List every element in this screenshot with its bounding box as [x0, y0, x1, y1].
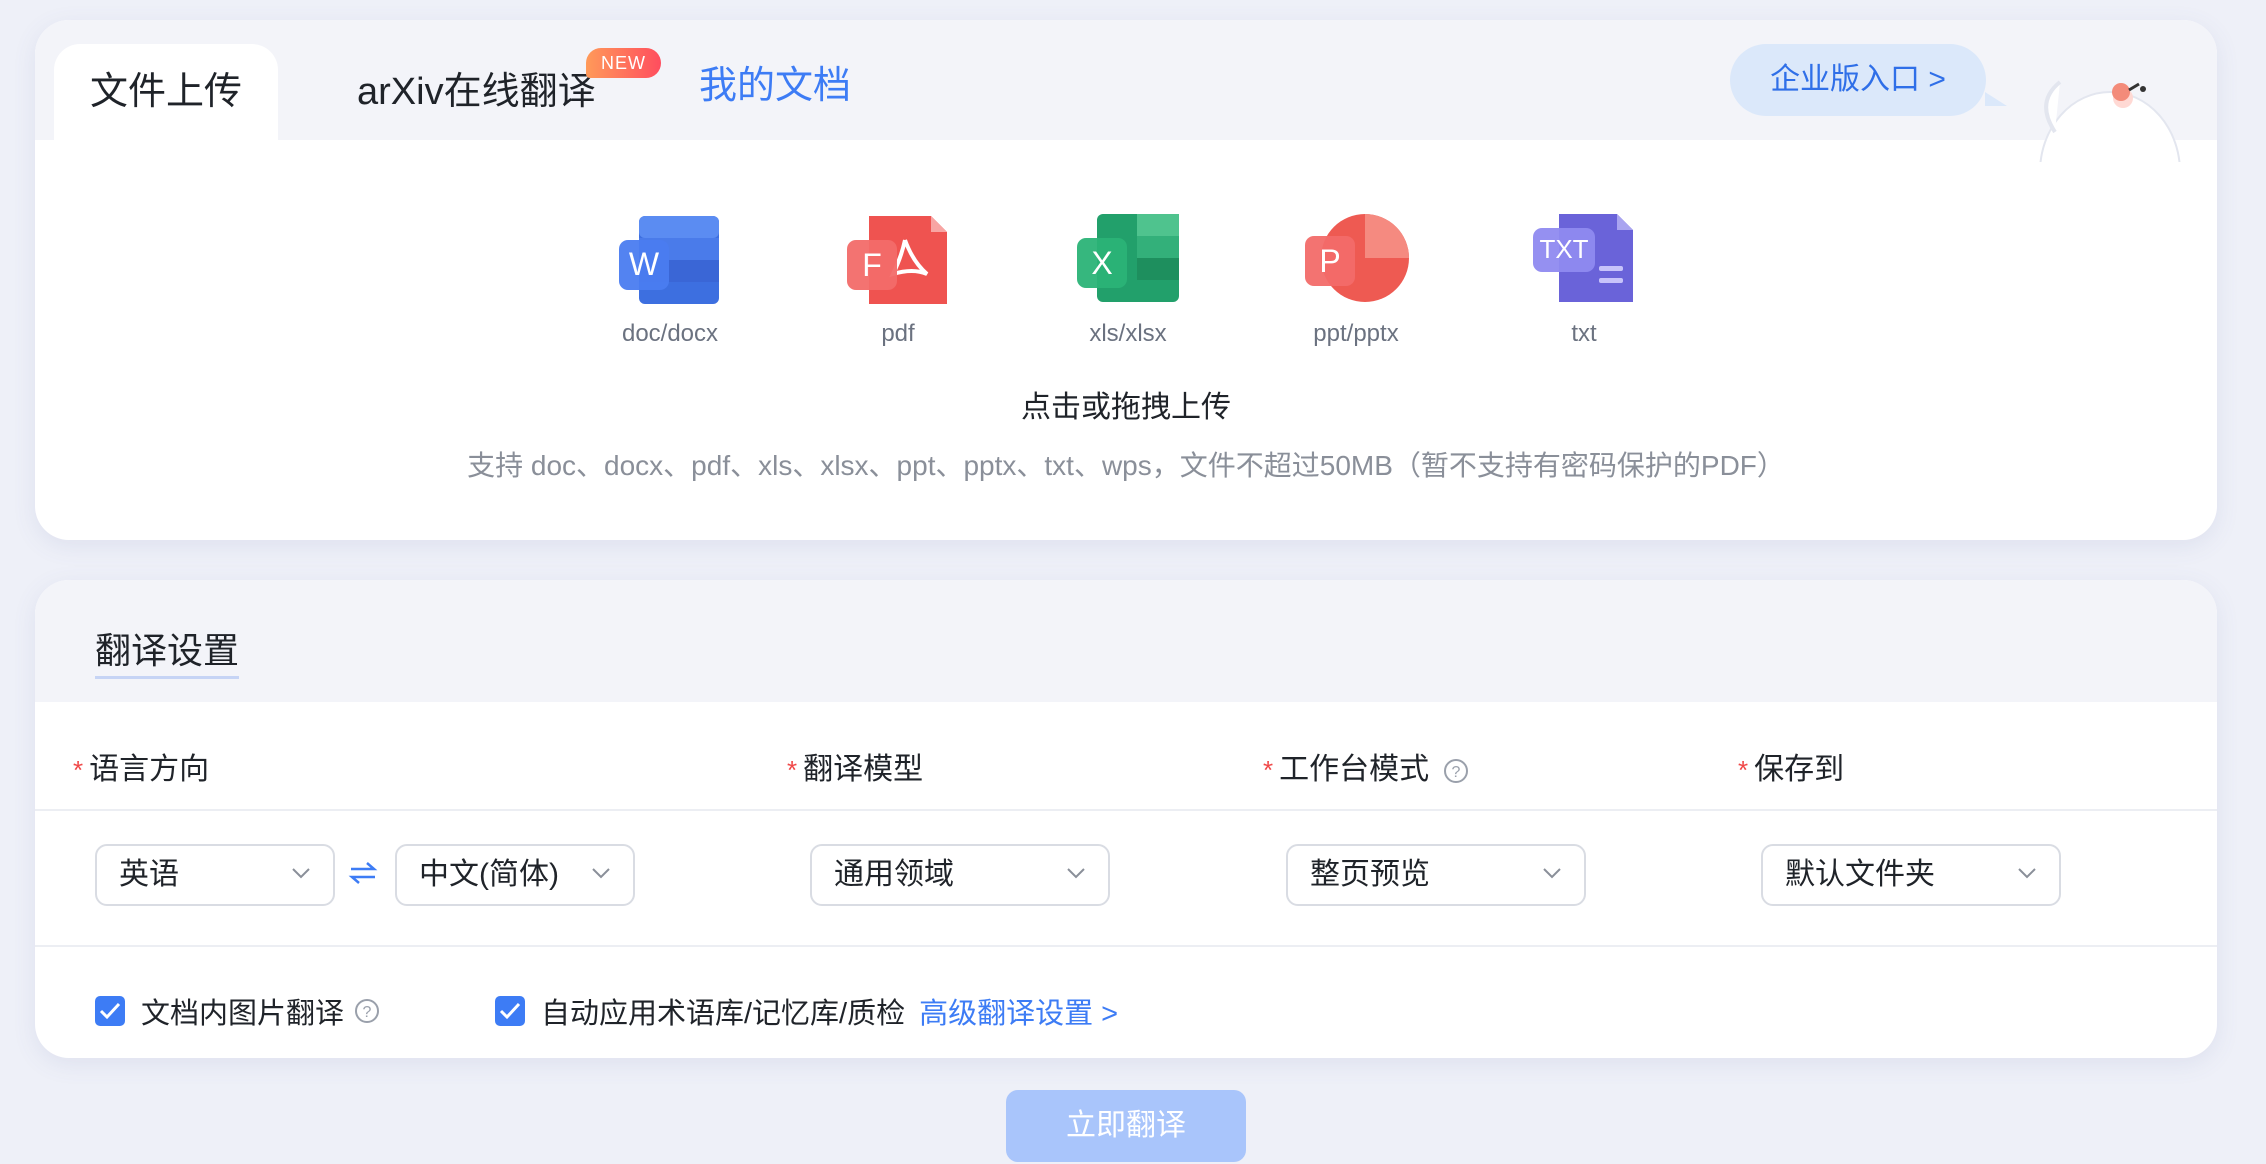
chevron-down-icon [592, 868, 610, 879]
save-folder-select[interactable]: 默认文件夹 [1761, 844, 2061, 906]
word-icon: W [619, 216, 719, 304]
select-value: 通用领域 [834, 858, 954, 891]
new-badge: NEW [586, 48, 661, 78]
file-type-label: doc/docx [621, 320, 719, 347]
svg-text:P: P [1319, 243, 1340, 279]
translation-model-select[interactable]: 通用领域 [810, 844, 1110, 906]
image-translate-label: 文档内图片翻译 [141, 998, 345, 1030]
svg-text:?: ? [1452, 764, 1461, 781]
target-language-select[interactable]: 中文(简体) [395, 844, 635, 906]
file-type-xls[interactable]: X xls/xlsx [1058, 210, 1198, 348]
settings-title: 翻译设置 [95, 622, 240, 679]
workbench-mode-select[interactable]: 整页预览 [1286, 844, 1586, 906]
file-type-txt[interactable]: TXT txt [1514, 210, 1654, 348]
image-translate-option[interactable]: 文档内图片翻译 ? [95, 990, 380, 1030]
file-type-doc[interactable]: W doc/docx [600, 210, 740, 348]
help-icon[interactable]: ? [1443, 758, 1469, 784]
chevron-down-icon [292, 868, 310, 879]
image-translate-checkbox[interactable] [95, 996, 125, 1026]
auto-apply-checkbox[interactable] [495, 996, 525, 1026]
file-type-label: pdf [881, 320, 915, 347]
select-value: 默认文件夹 [1785, 858, 1935, 891]
mascot-illustration [2039, 80, 2181, 162]
chevron-down-icon [1067, 868, 1085, 879]
upload-dropzone-title[interactable]: 点击或拖拽上传 [35, 382, 2217, 426]
select-value: 中文(简体) [419, 858, 559, 891]
source-language-select[interactable]: 英语 [95, 844, 335, 906]
speech-bubble-tail [1985, 92, 2007, 106]
tab-arxiv-translate[interactable]: arXiv在线翻译 [357, 44, 596, 140]
required-mark: * [1738, 755, 1749, 785]
checkmark-icon [99, 1002, 121, 1020]
translate-now-button[interactable]: 立即翻译 [1006, 1090, 1246, 1162]
select-value: 英语 [119, 858, 179, 891]
advanced-settings-link[interactable]: 高级翻译设置 > [919, 998, 1118, 1030]
auto-apply-option[interactable]: 自动应用术语库/记忆库/质检 高级翻译设置 > [495, 990, 1118, 1030]
excel-icon: X [1077, 214, 1179, 302]
checkmark-icon [499, 1002, 521, 1020]
mode-label-text: 工作台模式 [1279, 753, 1430, 786]
settings-header: 翻译设置 [35, 580, 2217, 702]
svg-text:TXT: TXT [1539, 234, 1588, 264]
language-direction-label: * 语言方向 [73, 744, 209, 788]
file-type-label: xls/xlsx [1089, 320, 1167, 347]
model-label-text: 翻译模型 [803, 753, 924, 786]
svg-text:W: W [629, 246, 660, 282]
file-type-label: ppt/pptx [1313, 320, 1399, 347]
powerpoint-icon: P [1305, 214, 1409, 302]
translation-model-label: * 翻译模型 [787, 744, 923, 788]
auto-apply-label: 自动应用术语库/记忆库/质检 [541, 998, 906, 1030]
chevron-down-icon [2018, 868, 2036, 879]
svg-text:?: ? [363, 1004, 372, 1021]
file-type-label: txt [1571, 320, 1597, 347]
pdf-icon: F [847, 216, 947, 304]
tab-file-upload[interactable]: 文件上传 [54, 44, 278, 140]
save-label-text: 保存到 [1754, 753, 1845, 786]
file-type-ppt[interactable]: P ppt/pptx [1286, 210, 1426, 348]
svg-text:X: X [1091, 245, 1112, 281]
required-mark: * [73, 755, 84, 785]
required-mark: * [787, 755, 798, 785]
help-icon[interactable]: ? [354, 998, 380, 1024]
enterprise-entry-button[interactable]: 企业版入口 > [1730, 44, 1986, 116]
chevron-down-icon [1543, 868, 1561, 879]
svg-text:F: F [862, 247, 882, 283]
save-to-label: * 保存到 [1738, 744, 1844, 788]
divider [35, 809, 2217, 811]
language-label-text: 语言方向 [89, 753, 210, 786]
workbench-mode-label: * 工作台模式 ? [1263, 744, 1469, 788]
swap-languages-icon[interactable] [348, 860, 378, 886]
select-value: 整页预览 [1310, 858, 1430, 891]
tab-my-documents[interactable]: 我的文档 [699, 38, 851, 134]
txt-icon: TXT [1533, 214, 1633, 302]
file-type-pdf[interactable]: F pdf [828, 210, 968, 348]
upload-card: 文件上传 arXiv在线翻译 NEW 我的文档 企业版入口 > W doc/do… [35, 20, 2217, 540]
required-mark: * [1263, 755, 1274, 785]
translation-settings-card: 翻译设置 * 语言方向 * 翻译模型 * 工作台模式 ? * 保存到 英语 中文(简体)… [35, 580, 2217, 1058]
upload-hint: 支持 doc、docx、pdf、xls、xlsx、ppt、pptx、txt、wp… [467, 450, 1785, 481]
tab-strip: 文件上传 arXiv在线翻译 NEW 我的文档 企业版入口 > [35, 20, 2217, 162]
file-type-list[interactable]: W doc/docx F pdf X xls/xlsx P ppt/pptx T… [35, 210, 2217, 370]
divider [35, 945, 2217, 947]
